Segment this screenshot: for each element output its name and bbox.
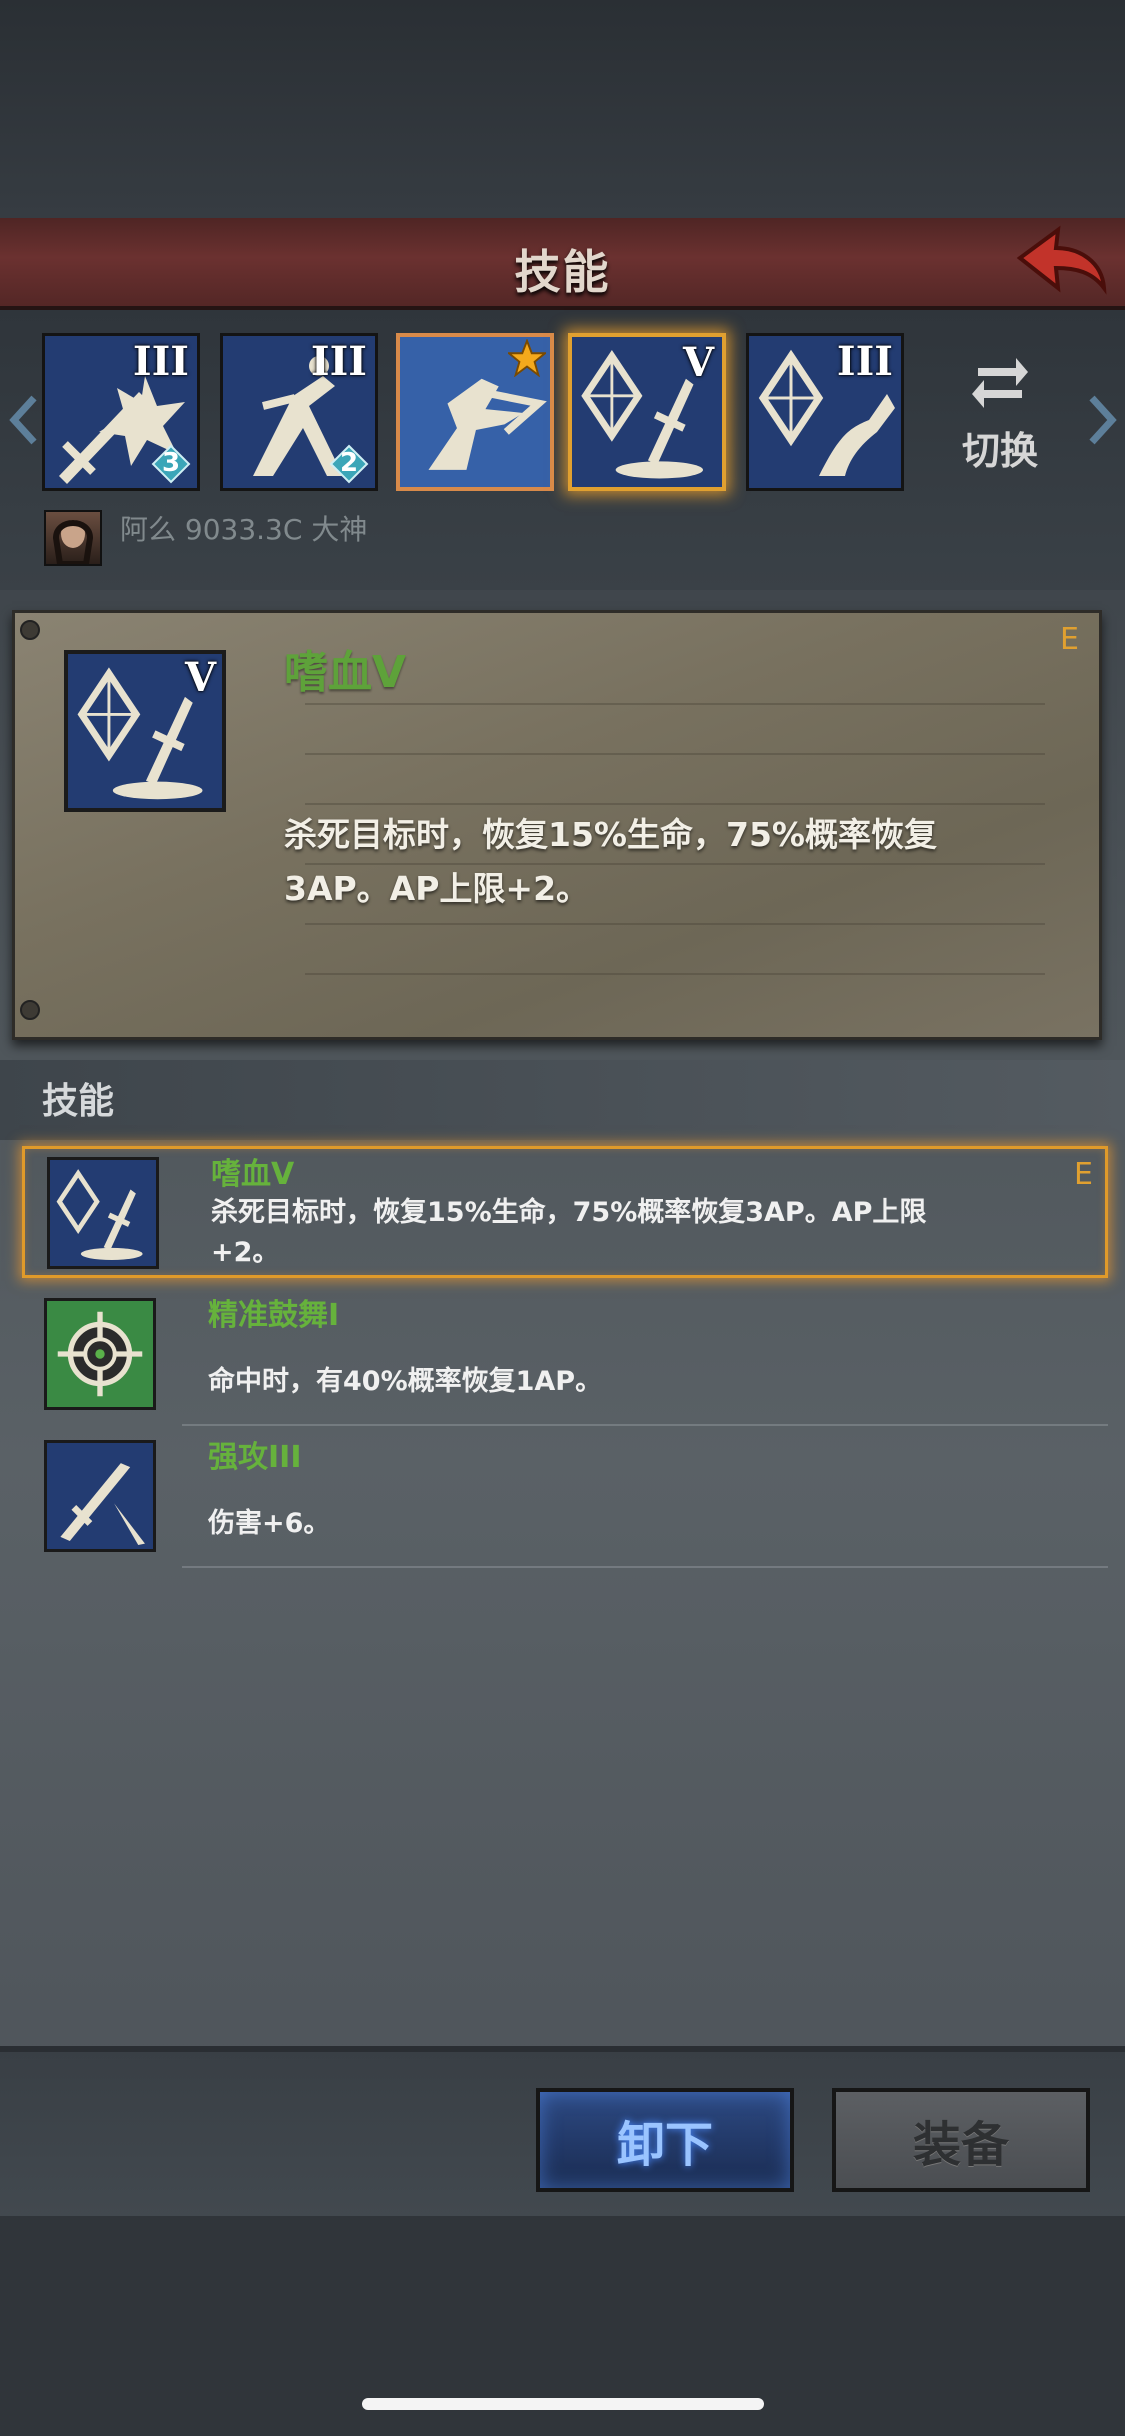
skill-icon xyxy=(47,1157,159,1269)
title-banner: 技能 xyxy=(0,218,1125,310)
gem-badge: 2 xyxy=(329,444,369,484)
chevron-left-icon[interactable] xyxy=(4,390,44,450)
skill-icon xyxy=(44,1440,156,1552)
skill-slot-5[interactable]: III xyxy=(746,333,904,491)
detail-icon-level: V xyxy=(184,654,216,701)
equip-button[interactable]: 装备 xyxy=(832,2088,1090,2192)
user-row: 阿么 9033.3C 大神 xyxy=(44,508,644,568)
gem-count: 2 xyxy=(339,448,359,478)
skill-name: 精准鼓舞I xyxy=(208,1298,340,1333)
skill-slot-1[interactable]: III 3 xyxy=(42,333,200,491)
gem-count: 3 xyxy=(161,448,181,478)
home-indicator[interactable] xyxy=(362,2398,764,2410)
list-item[interactable]: 强攻III 伤害+6。 xyxy=(22,1432,1108,1568)
list-item[interactable]: 精准鼓舞I 命中时，有40%概率恢复1AP。 xyxy=(22,1290,1108,1426)
skill-icon xyxy=(44,1298,156,1410)
section-title: 技能 xyxy=(42,1081,115,1122)
rivet xyxy=(20,620,40,640)
unequip-button[interactable]: 卸下 xyxy=(536,2088,794,2192)
skill-slot-4[interactable]: V xyxy=(568,333,726,491)
star-icon xyxy=(508,339,546,377)
slot-level: III xyxy=(310,338,367,385)
skill-name: 强攻III xyxy=(208,1440,302,1475)
crosshair-icon xyxy=(47,1301,153,1407)
slot-level: III xyxy=(836,338,893,385)
slot-level: III xyxy=(132,338,189,385)
list-item[interactable]: 嗜血V 杀死目标时，恢复15%生命，75%概率恢复3AP。AP上限+2。 E xyxy=(22,1146,1108,1278)
skill-slot-2[interactable]: III 2 xyxy=(220,333,378,491)
crystal-sword-icon xyxy=(50,1160,156,1266)
chevron-right-icon[interactable] xyxy=(1082,390,1122,450)
user-name: 阿么 9033.3C 大神 xyxy=(120,513,368,546)
skill-grade: E xyxy=(1074,1157,1093,1192)
avatar xyxy=(44,510,102,567)
rivet xyxy=(20,1000,40,1020)
section-header xyxy=(0,1060,1125,1140)
skill-slot-3[interactable] xyxy=(396,333,554,491)
detail-skill-name: 嗜血V xyxy=(284,647,407,698)
switch-button[interactable]: 切换 xyxy=(950,350,1050,480)
skill-description: 杀死目标时，恢复15%生命，75%概率恢复3AP。AP上限+2。 xyxy=(211,1197,927,1268)
skill-description: 伤害+6。 xyxy=(208,1508,331,1539)
gem-badge: 3 xyxy=(151,444,191,484)
status-area xyxy=(0,0,1125,218)
detail-description: 杀死目标时，恢复15%生命，75%概率恢复3AP。AP上限+2。 xyxy=(284,815,937,908)
crossed-blades-icon xyxy=(47,1443,153,1549)
page-title: 技能 xyxy=(514,245,611,299)
skill-name: 嗜血V xyxy=(211,1157,295,1192)
portrait-icon xyxy=(52,520,94,567)
slot-level: V xyxy=(682,339,714,386)
switch-label: 切换 xyxy=(961,429,1038,473)
skill-description: 命中时，有40%概率恢复1AP。 xyxy=(208,1366,603,1397)
detail-grade: E xyxy=(1060,622,1079,657)
back-arrow-icon[interactable] xyxy=(1010,222,1110,302)
swap-arrows-icon xyxy=(972,358,1028,408)
detail-skill-icon: V xyxy=(64,650,226,812)
divider xyxy=(182,1424,1108,1426)
divider xyxy=(182,1566,1108,1568)
